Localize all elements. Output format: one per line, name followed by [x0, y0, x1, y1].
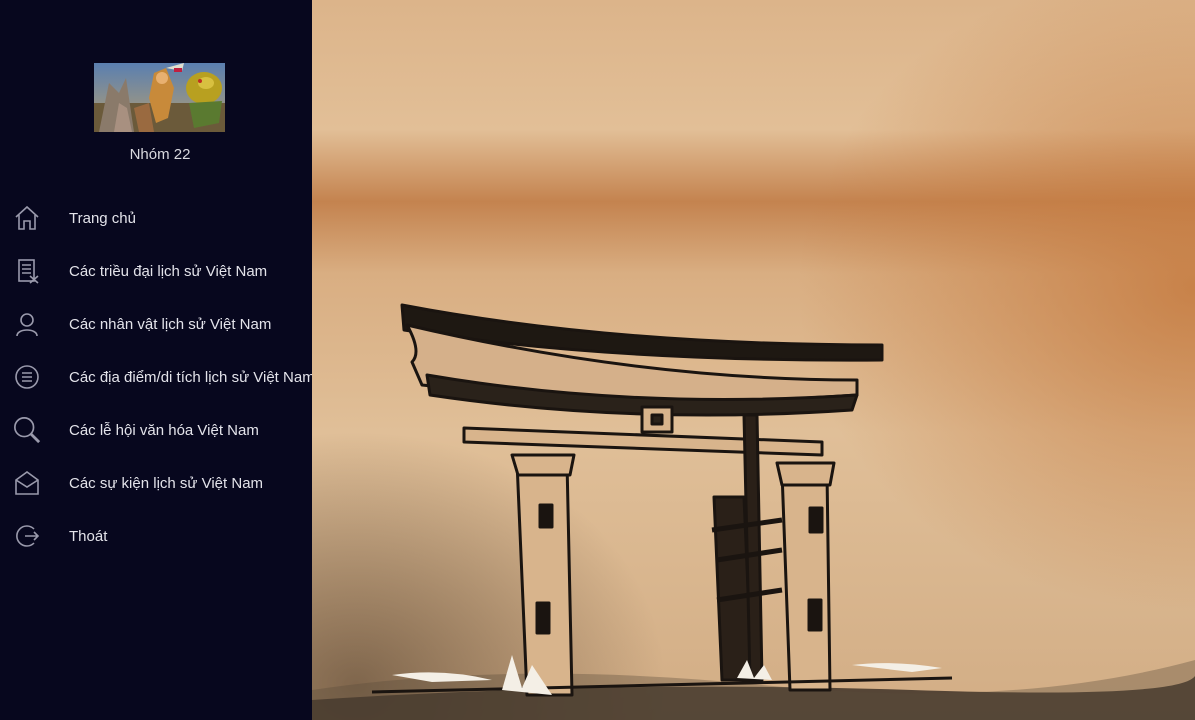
list-circle-icon — [13, 363, 41, 391]
sidebar-item-label: Các lễ hội văn hóa Việt Nam — [69, 421, 259, 439]
person-icon — [13, 310, 41, 338]
sidebar-item-exit[interactable]: Thoát — [0, 514, 312, 558]
sidebar-item-label: Các địa điểm/di tích lịch sử Việt Nam — [69, 368, 312, 386]
group-name: Nhóm 22 — [129, 146, 191, 163]
sidebar-item-label: Trang chủ — [69, 209, 136, 227]
exit-icon — [13, 522, 41, 550]
mail-icon — [13, 469, 41, 497]
sidebar-item-dynasties[interactable]: Các triều đại lịch sử Việt Nam — [0, 249, 312, 293]
search-icon — [13, 416, 41, 444]
sidebar-item-label: Thoát — [69, 527, 108, 545]
document-list-icon — [13, 257, 41, 285]
sidebar-item-figures[interactable]: Các nhân vật lịch sử Việt Nam — [0, 302, 312, 346]
sidebar-item-festivals[interactable]: Các lễ hội văn hóa Việt Nam — [0, 408, 312, 452]
sidebar-item-places[interactable]: Các địa điểm/di tích lịch sử Việt Nam — [0, 355, 312, 399]
sidebar-item-home[interactable]: Trang chủ — [0, 196, 312, 240]
background-illustration — [312, 0, 1195, 720]
home-icon — [13, 204, 41, 232]
sidebar: Nhóm 22 Trang chủ Các triều đại lịch sử … — [0, 0, 312, 720]
sidebar-item-label: Các sự kiện lịch sử Việt Nam — [69, 474, 264, 492]
sidebar-item-label: Các triều đại lịch sử Việt Nam — [69, 262, 268, 280]
sidebar-item-label: Các nhân vật lịch sử Việt Nam — [69, 315, 272, 333]
sidebar-item-events[interactable]: Các sự kiện lịch sử Việt Nam — [0, 461, 312, 505]
group-logo-image — [94, 63, 225, 132]
